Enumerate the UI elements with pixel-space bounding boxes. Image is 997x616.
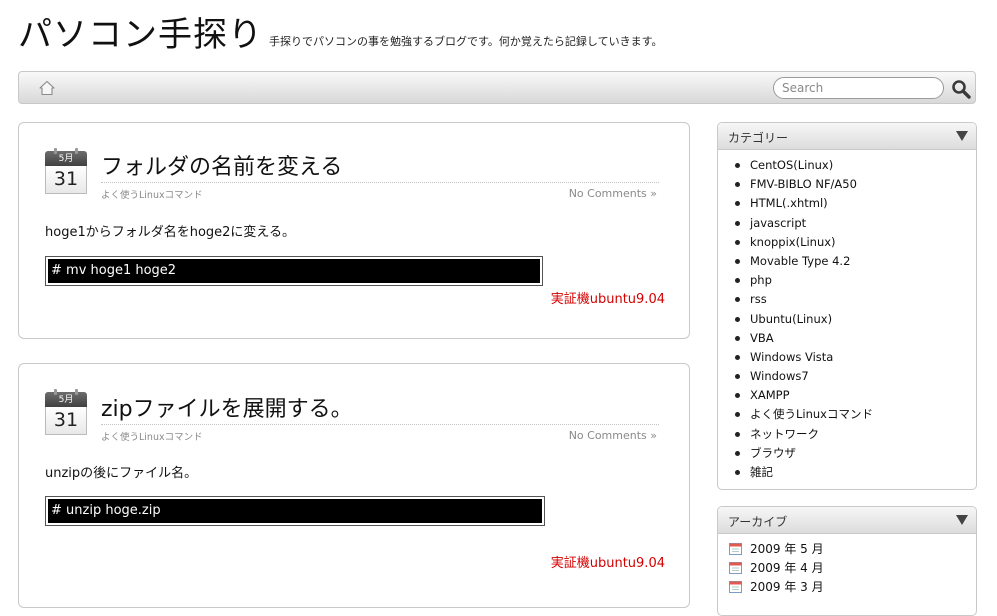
archives-widget: アーカイブ 2009 年 5 月 2009 年 4 月 2009 年 3 月 [717, 506, 977, 616]
collapse-arrow-icon[interactable] [956, 515, 968, 525]
archive-list: 2009 年 5 月 2009 年 4 月 2009 年 3 月 [718, 534, 976, 598]
nav-bar [18, 71, 976, 104]
post-category-link[interactable]: よく使うLinuxコマンド [101, 187, 203, 201]
post-comments-link[interactable]: No Comments » [569, 187, 657, 200]
category-label: javascript [750, 215, 807, 230]
category-label: rss [750, 292, 767, 307]
post-day: 31 [45, 166, 87, 194]
date-calendar-icon: 5月 31 [45, 148, 87, 195]
category-label: Ubuntu(Linux) [750, 311, 833, 326]
calendar-icon [729, 581, 742, 594]
code-text: # mv hoge1 hoge2 [48, 259, 540, 283]
calendar-icon [729, 562, 742, 575]
environment-note: 実証機ubuntu9.04 [550, 292, 665, 307]
category-item[interactable]: VBA [718, 329, 976, 348]
archive-label: 2009 年 4 月 [750, 561, 824, 576]
category-item[interactable]: rss [718, 290, 976, 309]
site-header: パソコン手探り 手探りでパソコンの事を勉強するブログです。何か覚えたら記録してい… [18, 12, 978, 62]
post-month: 5月 [58, 395, 74, 405]
archive-item[interactable]: 2009 年 4 月 [718, 559, 976, 578]
post-title[interactable]: zipファイルを展開する。 [101, 391, 353, 423]
post-day: 31 [45, 407, 87, 435]
category-label: Windows Vista [750, 349, 834, 364]
category-item[interactable]: php [718, 271, 976, 290]
date-calendar-icon: 5月 31 [45, 389, 87, 436]
category-label: knoppix(Linux) [750, 234, 836, 249]
code-text: # unzip hoge.zip [48, 499, 542, 523]
categories-widget: カテゴリー CentOS(Linux) FMV-BIBLO NF/A50 HTM… [717, 122, 977, 490]
category-item[interactable]: FMV-BIBLO NF/A50 [718, 175, 976, 194]
category-item[interactable]: XAMPP [718, 386, 976, 405]
post-divider [101, 182, 659, 183]
category-label: VBA [750, 330, 774, 345]
categories-title: カテゴリー [728, 131, 789, 145]
environment-note: 実証機ubuntu9.04 [550, 556, 665, 571]
category-label: よく使うLinuxコマンド [750, 407, 873, 422]
archive-label: 2009 年 5 月 [750, 542, 824, 556]
category-label: CentOS(Linux) [750, 158, 834, 172]
categories-widget-header[interactable]: カテゴリー [718, 123, 976, 150]
category-item[interactable]: Windows Vista [718, 348, 976, 367]
search-icon[interactable] [951, 79, 971, 99]
site-description: 手探りでパソコンの事を勉強するブログです。何か覚えたら記録していきます。 [269, 35, 663, 48]
post-title[interactable]: フォルダの名前を変える [101, 149, 342, 181]
category-item[interactable]: 雑記 [718, 463, 976, 482]
category-label: ブラウザ [750, 445, 796, 460]
post-month: 5月 [58, 154, 74, 164]
calendar-icon [729, 543, 742, 555]
category-item[interactable]: Windows7 [718, 367, 976, 386]
archive-item[interactable]: 2009 年 5 月 [718, 540, 976, 559]
post-body-text: unzipの後にファイル名。 [45, 466, 198, 481]
post-divider [101, 424, 659, 425]
post-body-text: hoge1からフォルダ名をhoge2に変える。 [45, 225, 296, 240]
category-label: XAMPP [750, 388, 790, 403]
post-comments-link[interactable]: No Comments » [569, 429, 657, 442]
collapse-arrow-icon[interactable] [956, 131, 968, 141]
post-entry: 5月 31 zipファイルを展開する。 よく使うLinuxコマンド No Com… [18, 363, 690, 608]
category-item[interactable]: HTML(.xhtml) [718, 194, 976, 213]
category-label: 雑記 [750, 465, 773, 479]
category-label: Windows7 [750, 369, 809, 384]
archives-widget-header[interactable]: アーカイブ [718, 507, 976, 534]
category-item[interactable]: ネットワーク [718, 425, 976, 444]
category-item[interactable]: knoppix(Linux) [718, 233, 976, 252]
category-label: ネットワーク [750, 426, 819, 441]
category-item[interactable]: よく使うLinuxコマンド [718, 405, 976, 424]
category-label: HTML(.xhtml) [750, 196, 828, 211]
category-item[interactable]: ブラウザ [718, 444, 976, 463]
archive-label: 2009 年 3 月 [750, 580, 824, 595]
code-block: # mv hoge1 hoge2 [45, 256, 543, 286]
archive-item[interactable]: 2009 年 3 月 [718, 578, 976, 597]
search-input[interactable] [773, 77, 944, 99]
code-block: # unzip hoge.zip [45, 496, 545, 526]
category-label: php [750, 273, 772, 288]
post-category-link[interactable]: よく使うLinuxコマンド [101, 429, 203, 443]
category-label: Movable Type 4.2 [750, 253, 851, 268]
category-item[interactable]: CentOS(Linux) [718, 156, 976, 175]
archives-title: アーカイブ [728, 515, 788, 529]
home-icon[interactable] [39, 80, 55, 96]
category-label: FMV-BIBLO NF/A50 [750, 177, 857, 192]
category-item[interactable]: Ubuntu(Linux) [718, 310, 976, 329]
post-entry: 5月 31 フォルダの名前を変える よく使うLinuxコマンド No Comme… [18, 122, 690, 339]
category-list: CentOS(Linux) FMV-BIBLO NF/A50 HTML(.xht… [718, 150, 976, 482]
category-item[interactable]: Movable Type 4.2 [718, 252, 976, 271]
category-item[interactable]: javascript [718, 214, 976, 233]
site-title[interactable]: パソコン手探り [18, 12, 263, 58]
